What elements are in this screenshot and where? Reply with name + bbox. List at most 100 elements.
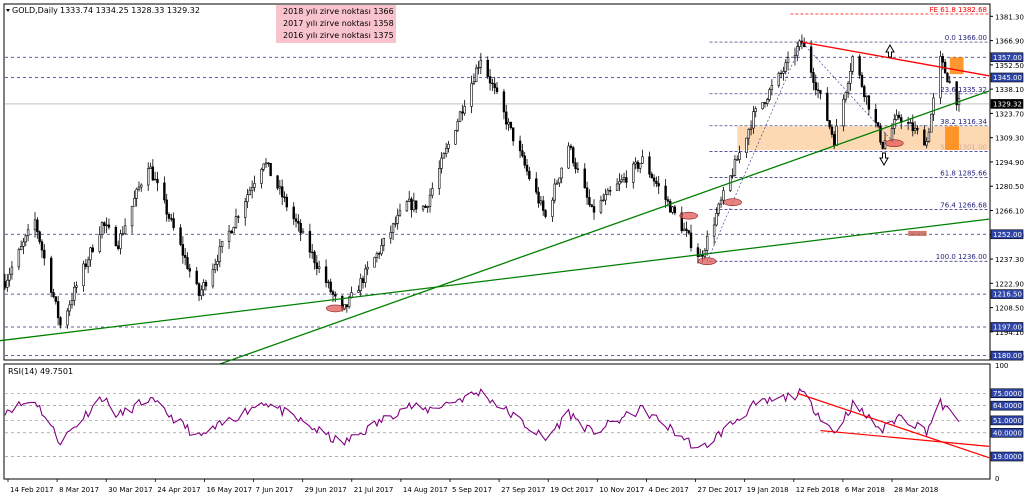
candle-body <box>91 247 94 252</box>
candle-body <box>946 72 949 83</box>
candle-body <box>588 197 591 205</box>
fib-label: 23.6 1335.32 <box>940 86 987 94</box>
candle-body <box>777 72 781 86</box>
candle-body <box>75 285 78 288</box>
candle-body <box>608 190 612 192</box>
candle-body <box>10 266 14 275</box>
price-tick-label: 1381.30 <box>995 13 1024 21</box>
candle-body <box>551 199 554 217</box>
price-tick-label: 1280.50 <box>995 183 1024 191</box>
candle-body <box>874 109 878 123</box>
candle-body <box>754 108 757 112</box>
candle-body <box>8 273 11 281</box>
fib-label: 100.0 1236.00 <box>936 253 987 261</box>
fib-label: 61.8 1285.66 <box>940 170 987 178</box>
candle-body <box>26 229 30 237</box>
candle-body <box>357 290 360 293</box>
rsi-pane: RSI(14) 49.7501 <box>3 363 991 480</box>
candle-body <box>525 164 529 172</box>
candle-body <box>502 91 506 113</box>
candle-body <box>313 251 316 264</box>
candle-body <box>292 206 295 220</box>
candle-body <box>955 81 958 106</box>
candle-body <box>583 168 586 189</box>
candle-body <box>803 42 806 48</box>
candle-body <box>345 304 349 308</box>
rsi-level-tag: 51.0000 <box>993 417 1022 425</box>
candle-body <box>3 281 7 288</box>
candle-body <box>701 255 704 257</box>
candle-body <box>521 150 524 157</box>
candle-body <box>147 168 150 186</box>
price-level-tag: 1345.00 <box>993 74 1022 82</box>
candle-body <box>826 92 829 121</box>
candle-body <box>925 141 928 146</box>
candle-body <box>56 301 60 318</box>
ohlc-readout: 1333.74 1334.25 1328.33 1329.32 <box>60 6 200 15</box>
note-2018: 2018 yılı zirve noktası 1366 <box>283 7 394 16</box>
candle-body <box>440 157 443 169</box>
candle-body <box>447 143 450 149</box>
candle-body <box>299 222 302 234</box>
candle-body <box>17 249 21 268</box>
time-axis: 14 Feb 2017 8 Mar 2017 30 Mar 2017 24 Apr 2… <box>7 479 938 494</box>
rsi-tick-label: 100 <box>995 362 1008 370</box>
candle-body <box>477 67 480 69</box>
candle-body <box>682 228 686 232</box>
candle-body <box>294 218 298 222</box>
candle-body <box>842 98 845 127</box>
time-tick-label: 30 Mar 2017 <box>108 486 152 494</box>
candle-body <box>103 222 106 226</box>
candle-body <box>669 201 672 213</box>
candle-body <box>43 249 46 259</box>
zone-rect <box>949 57 964 75</box>
candle-body <box>622 177 626 180</box>
fib-label: 76.4 1266.68 <box>940 202 987 210</box>
time-tick-label: 16 May 2017 <box>206 486 252 494</box>
candle-body <box>463 106 466 114</box>
candle-body <box>736 159 739 161</box>
candle-body <box>927 131 931 142</box>
candle-body <box>539 200 543 204</box>
candle-body <box>331 291 335 295</box>
candle-body <box>722 190 725 201</box>
candle-body <box>123 225 127 234</box>
candle-body <box>518 140 522 152</box>
candle-body <box>636 161 640 169</box>
candle-body <box>733 159 737 176</box>
candle-body <box>398 210 402 216</box>
candle-body <box>234 216 238 228</box>
candle-body <box>324 266 328 283</box>
candle-body <box>227 230 231 242</box>
candle-body <box>812 72 815 83</box>
fib-label: FE 61.8 1382.68 <box>930 6 987 14</box>
candle-body <box>54 296 58 302</box>
price-level-tag: 1252.00 <box>993 231 1022 239</box>
candle-body <box>486 59 489 77</box>
candle-body <box>394 223 397 225</box>
time-tick-label: 14 Aug 2017 <box>403 486 448 494</box>
candle-body <box>52 292 55 297</box>
candle-body <box>664 185 667 200</box>
candle-body <box>752 111 755 129</box>
candle-body <box>909 122 912 124</box>
candle-body <box>830 126 834 135</box>
candle-body <box>652 177 656 182</box>
candle-body <box>183 255 187 258</box>
candle-body <box>488 76 492 84</box>
price-tick-label: 1237.30 <box>995 256 1024 264</box>
candle-body <box>599 199 603 213</box>
candle-body <box>835 125 838 146</box>
candle-body <box>408 198 411 202</box>
candle-body <box>98 234 101 252</box>
candle-body <box>414 200 418 210</box>
time-tick-label: 7 Jun 2017 <box>256 486 294 494</box>
candle-body <box>350 292 353 298</box>
candle-body <box>747 129 750 139</box>
candle-body <box>232 227 235 234</box>
touch-marker <box>884 139 904 148</box>
candle-body <box>334 294 337 297</box>
candle-body <box>639 162 642 169</box>
candle-body <box>816 89 820 91</box>
candle-body <box>308 230 312 253</box>
